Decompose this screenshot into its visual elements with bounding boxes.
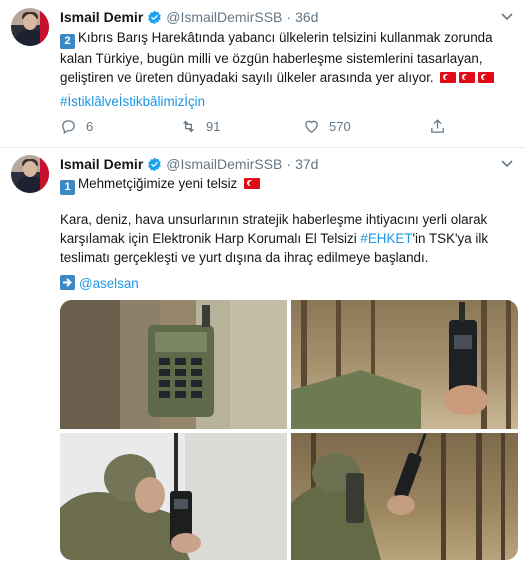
tweet-2[interactable]: Ismail Demir @IsmailDemirSSB · 37d 1 Mehm… <box>0 148 525 564</box>
media-photo-3[interactable] <box>60 433 287 560</box>
tweet-1[interactable]: Ismail Demir @IsmailDemirSSB · 36d 2 Kıbr… <box>0 0 525 148</box>
media-photo-4[interactable] <box>291 433 518 560</box>
author-handle[interactable]: @IsmailDemirSSB <box>166 156 282 172</box>
media-grid <box>60 300 518 560</box>
number-badge-icon: 2 <box>60 34 75 49</box>
tweet-title: 1 Mehmetçiğimize yeni telsiz <box>60 174 512 195</box>
tweet-time[interactable]: 36d <box>295 9 318 25</box>
reply-button[interactable]: 6 <box>60 118 93 135</box>
tweet-header: Ismail Demir @IsmailDemirSSB · 37d <box>60 155 318 173</box>
right-arrow-icon <box>60 275 75 290</box>
tweet-body-text: Kıbrıs Barış Harekâtında yabancı ülkeler… <box>60 30 493 85</box>
tweet-time[interactable]: 37d <box>295 156 318 172</box>
verified-badge-icon <box>148 10 162 24</box>
tweet-header: Ismail Demir @IsmailDemirSSB · 36d <box>60 8 318 26</box>
avatar[interactable] <box>11 8 49 46</box>
media-photo-2[interactable] <box>291 300 518 429</box>
share-icon <box>431 119 444 133</box>
tweet-text: 2 Kıbrıs Barış Harekâtında yabancı ülkele… <box>60 28 512 87</box>
number-badge-icon: 1 <box>60 180 75 195</box>
retweet-count: 91 <box>206 119 221 134</box>
hashtag-link[interactable]: #EHKET <box>360 231 412 246</box>
mention-line: @aselsan <box>60 274 512 293</box>
mention-link[interactable]: @aselsan <box>79 276 139 291</box>
retweet-icon <box>183 120 194 133</box>
tweet-title-text: Mehmetçiğimize yeni telsiz <box>78 176 238 191</box>
turkish-flag-icon <box>440 72 457 83</box>
like-button[interactable]: 570 <box>303 118 351 135</box>
caret-down-icon[interactable] <box>501 13 513 21</box>
reply-icon <box>62 120 75 135</box>
avatar[interactable] <box>11 155 49 193</box>
retweet-button[interactable]: 91 <box>180 118 220 135</box>
verified-badge-icon <box>148 157 162 171</box>
tweet-actions: 6 91 570 <box>60 118 480 138</box>
like-icon <box>305 120 318 133</box>
like-count: 570 <box>329 119 351 134</box>
author-name[interactable]: Ismail Demir <box>60 156 143 172</box>
share-button[interactable] <box>429 118 455 135</box>
turkish-flag-icon <box>459 72 476 83</box>
separator-dot: · <box>286 156 292 172</box>
media-photo-1[interactable] <box>60 300 287 429</box>
caret-down-icon[interactable] <box>501 160 513 168</box>
tweet-text: Kara, deniz, hava unsurlarının stratejik… <box>60 210 512 267</box>
author-name[interactable]: Ismail Demir <box>60 9 143 25</box>
turkish-flag-icon <box>243 178 260 189</box>
author-handle[interactable]: @IsmailDemirSSB <box>166 9 282 25</box>
reply-count: 6 <box>86 119 94 134</box>
separator-dot: · <box>286 9 292 25</box>
hashtag-link[interactable]: #İstiklâlveİstikbâlimizİçin <box>60 92 512 111</box>
turkish-flag-icon <box>478 72 495 83</box>
